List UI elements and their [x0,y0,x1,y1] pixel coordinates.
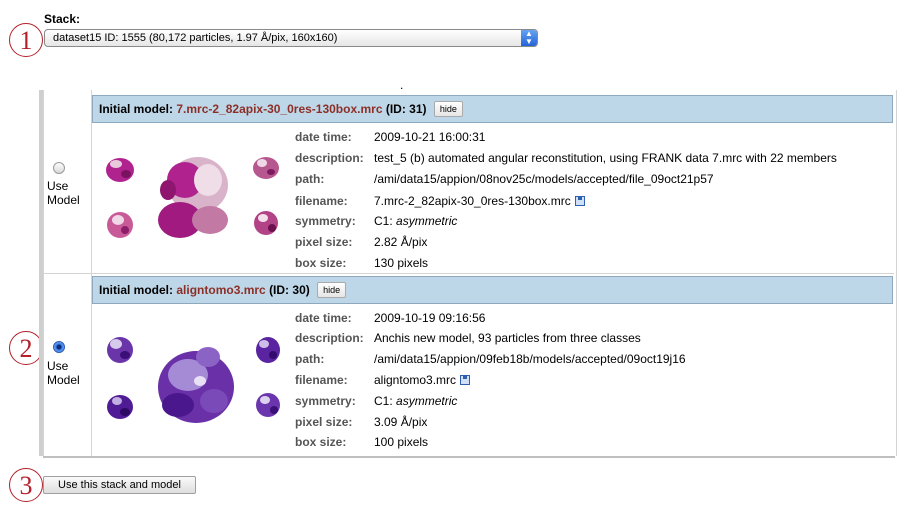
save-icon[interactable] [574,196,585,206]
model-1-field-description: description: test_5 (b) automated angular… [295,151,837,165]
model-1-field-filename: filename: 7.mrc-2_82apix-30_0res-130box.… [0,194,915,210]
model-2-header-prefix: Initial model: [99,283,174,297]
model-2-header: Initial model: aligntomo3.mrc (ID: 30) h… [92,276,893,304]
model-2-field-filename: filename: aligntomo3.mrc [0,373,915,389]
model-1-field-box-size: box size: 130 pixels [295,256,429,270]
callout-1: 1 [9,23,43,57]
model-1-field-pixel-size: pixel size: 2.82 Å/pix [295,235,428,249]
stack-label: Stack: [44,12,81,26]
model-2-field-symmetry: symmetry: C1: asymmetric [295,394,458,408]
callout-3: 3 [9,468,43,502]
model-1-header-filename[interactable]: 7.mrc-2_82apix-30_0res-130box.mrc [176,102,382,116]
model-1-field-date: date time: 2009-10-21 16:00:31 [295,130,486,144]
model-2-field-description: description: Anchis new model, 93 particl… [295,331,641,345]
model-2-field-pixel-size: pixel size: 3.09 Å/pix [295,415,428,429]
model-1-header: Initial model: 7.mrc-2_82apix-30_0res-13… [92,95,893,123]
select-arrows-icon: ▲ ▼ [521,30,537,46]
model-2-header-id: (ID: 30) [269,283,310,297]
use-stack-and-model-button[interactable]: Use this stack and model [43,476,196,494]
model-2-hide-button[interactable]: hide [317,281,347,298]
row-separator [91,273,894,274]
stack-select-value: dataset15 ID: 1555 (80,172 particles, 1.… [53,32,338,44]
model-2-field-path: path:/ami/data15/appion/09feb18b/models/… [295,352,686,366]
model-1-field-path: path:/ami/data15/appion/08nov25c/models/… [295,172,714,186]
model-2-field-box-size: box size: 100 pixels [295,435,429,449]
model-2-header-filename[interactable]: aligntomo3.mrc [176,283,265,297]
stack-select[interactable]: dataset15 ID: 1555 (80,172 particles, 1.… [44,29,538,47]
save-icon[interactable] [460,375,471,385]
model-1-header-prefix: Initial model: [99,102,174,116]
model-1-header-id: (ID: 31) [385,102,427,116]
model-1-hide-button[interactable]: hide [433,100,463,117]
model-1-field-symmetry: symmetry: C1: asymmetric [295,214,458,228]
table-bottom-scrollbar[interactable] [43,456,895,458]
model-2-field-date: date time: 2009-10-19 09:16:56 [295,311,486,325]
